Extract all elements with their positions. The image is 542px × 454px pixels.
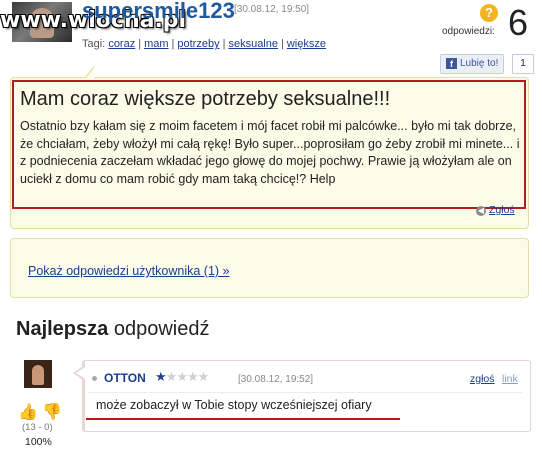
star-icon: ★ — [155, 369, 167, 384]
vote-percent: 100% — [25, 436, 52, 448]
report-icon: ◀ — [476, 206, 486, 216]
like-count: 1 — [512, 54, 534, 74]
question-body: Ostatnio bzy kałam się z moim facetem i … — [20, 119, 520, 186]
tags-label: Tagi: — [82, 38, 106, 50]
like-label: Lubię to! — [460, 58, 499, 69]
answer-username-link[interactable]: OTTON — [104, 371, 146, 385]
tags-row: Tagi: coraz | mam | potrzeby | seksualne | więks… — [82, 38, 326, 50]
best-answer-heading-rest: odpowiedź — [113, 318, 210, 340]
tag-link[interactable]: większe — [287, 38, 326, 50]
report-label: Zgłoś — [489, 204, 515, 216]
star-icon: ★ — [186, 369, 199, 384]
report-question-link[interactable]: ◀ Zgłoś — [476, 204, 515, 216]
question-pointer-inner — [85, 68, 94, 79]
facebook-like-button[interactable]: f Lubię to! — [440, 54, 505, 74]
answer-text: może zobaczył w Tobie stopy wcześniejsze… — [96, 398, 372, 412]
answer-highlight-underline — [86, 418, 400, 420]
best-answer-heading-bold: Najlepsza — [16, 318, 109, 340]
star-icon: ★ — [165, 369, 178, 384]
tag-link[interactable]: mam — [144, 38, 168, 50]
answer-avatar[interactable] — [24, 360, 52, 388]
thumbs-down-icon[interactable]: 👎 — [42, 402, 62, 422]
answers-label: odpowiedzi: — [442, 26, 495, 37]
report-answer-link[interactable]: zgłoś — [470, 373, 495, 385]
question-mark-icon: ? — [480, 4, 498, 22]
user-answers-link[interactable]: Pokaż odpowiedzi użytkownika (1) » — [28, 264, 230, 278]
question-title: Mam coraz większe potrzeby seksualne!!! — [20, 88, 391, 110]
username-link[interactable]: supersmile123 — [82, 0, 235, 24]
answers-count: 6 — [508, 2, 529, 43]
tag-link[interactable]: coraz — [108, 38, 135, 50]
vote-counts: (13 - 0) — [22, 422, 53, 433]
avatar-photo — [32, 365, 44, 385]
answer-pointer-inner — [76, 367, 85, 379]
best-answer-heading: Najlepsza odpowiedź — [16, 318, 209, 341]
star-icon: ★ — [176, 369, 188, 384]
facebook-icon: f — [446, 58, 457, 69]
tag-link[interactable]: seksualne — [228, 38, 278, 50]
user-status-icon — [92, 376, 97, 381]
post-date: [30.08.12, 19:50] — [234, 4, 310, 15]
answer-date: [30.08.12, 19:52] — [238, 374, 314, 385]
rating-stars: ★★★★★ — [155, 369, 210, 385]
star-icon: ★ — [197, 369, 210, 384]
answer-permalink[interactable]: link — [502, 373, 518, 385]
divider — [88, 392, 522, 393]
answer-box — [82, 360, 531, 432]
thumbs-up-icon[interactable]: 👍 — [18, 402, 38, 422]
tag-link[interactable]: potrzeby — [177, 38, 219, 50]
